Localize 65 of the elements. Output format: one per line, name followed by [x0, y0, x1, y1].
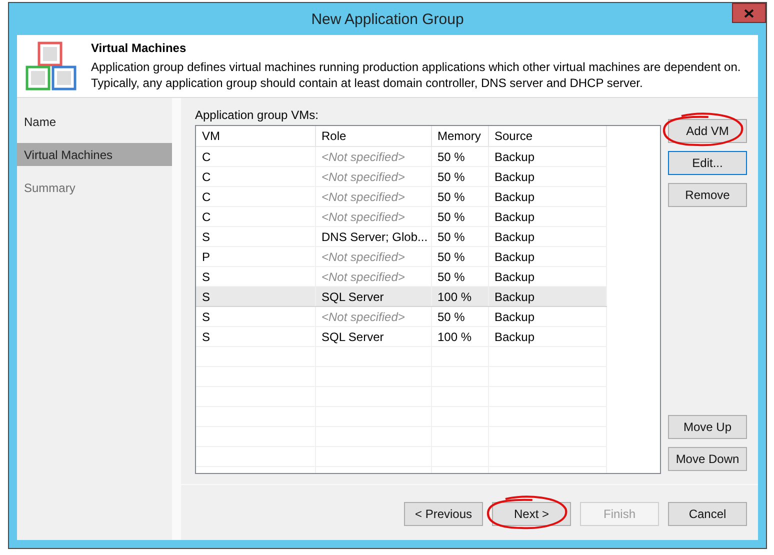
- step-item[interactable]: Virtual Machines: [17, 143, 172, 166]
- table-cell: C: [196, 206, 315, 226]
- close-icon: [744, 8, 754, 18]
- table-cell: Backup: [488, 166, 606, 186]
- table-cell: Backup: [488, 326, 606, 346]
- step-description: Application group defines virtual machines running production applications which other virtual machines are dependent on. Typically, any application group should contain at least domain controller, DNS server and DHCP server.: [91, 59, 742, 91]
- table-row[interactable]: C <Not specified> 50 % Backup: [196, 166, 606, 186]
- table-cell: Backup: [488, 306, 606, 326]
- action-button[interactable]: Next >: [492, 502, 571, 526]
- table-cell: <Not specified>: [315, 246, 431, 266]
- table-row[interactable]: C <Not specified> 50 % Backup: [196, 146, 606, 166]
- table-row[interactable]: C <Not specified> 50 % Backup: [196, 206, 606, 226]
- table-row[interactable]: S <Not specified> 50 % Backup: [196, 306, 606, 326]
- step-title: Virtual Machines: [91, 41, 188, 55]
- close-button[interactable]: [732, 3, 766, 23]
- table-cell: Backup: [488, 146, 606, 166]
- action-button[interactable]: Add VM: [668, 119, 747, 143]
- table-cell: Backup: [488, 246, 606, 266]
- table-row[interactable]: S SQL Server 100 % Backup: [196, 286, 606, 306]
- table-cell: Backup: [488, 206, 606, 226]
- table-cell: Backup: [488, 286, 606, 306]
- table-cell: 50 %: [431, 206, 488, 226]
- table-cell: C: [196, 166, 315, 186]
- action-button[interactable]: Move Down: [668, 447, 747, 471]
- table-cell: SQL Server: [315, 326, 431, 346]
- action-button[interactable]: Remove: [668, 183, 747, 207]
- table-cell: 100 %: [431, 326, 488, 346]
- table-cell: S: [196, 226, 315, 246]
- table-cell: S: [196, 286, 315, 306]
- table-cell: <Not specified>: [315, 186, 431, 206]
- action-button[interactable]: Move Up: [668, 415, 747, 439]
- action-button[interactable]: Cancel: [668, 502, 747, 526]
- table-cell: C: [196, 146, 315, 166]
- table-cell: S: [196, 326, 315, 346]
- table-cell: P: [196, 246, 315, 266]
- table-cell: 50 %: [431, 146, 488, 166]
- action-button[interactable]: Edit...: [668, 151, 747, 175]
- table-cell: Backup: [488, 186, 606, 206]
- column-header[interactable]: Source: [488, 126, 606, 146]
- table-cell: Backup: [488, 226, 606, 246]
- table-cell: 50 %: [431, 246, 488, 266]
- column-header[interactable]: Role: [315, 126, 431, 146]
- table-cell: 50 %: [431, 186, 488, 206]
- table-label: Application group VMs:: [195, 108, 320, 122]
- table-cell: <Not specified>: [315, 206, 431, 226]
- table-cell: S: [196, 306, 315, 326]
- table-cell: SQL Server: [315, 286, 431, 306]
- table-row[interactable]: S DNS Server; Glob... 50 % Backup: [196, 226, 606, 246]
- table-cell: <Not specified>: [315, 166, 431, 186]
- table-row[interactable]: S SQL Server 100 % Backup: [196, 326, 606, 346]
- column-header[interactable]: Memory: [431, 126, 488, 146]
- window-title: New Application Group: [311, 10, 464, 28]
- table-cell: <Not specified>: [315, 146, 431, 166]
- table-cell: <Not specified>: [315, 306, 431, 326]
- table-row[interactable]: P <Not specified> 50 % Backup: [196, 246, 606, 266]
- table-cell: 100 %: [431, 286, 488, 306]
- column-header[interactable]: VM: [196, 126, 315, 146]
- step-item[interactable]: Name: [17, 110, 172, 133]
- table-row[interactable]: C <Not specified> 50 % Backup: [196, 186, 606, 206]
- table-cell: C: [196, 186, 315, 206]
- table-cell: 50 %: [431, 166, 488, 186]
- action-button[interactable]: < Previous: [404, 502, 483, 526]
- table-cell: DNS Server; Glob...: [315, 226, 431, 246]
- table-cell: 50 %: [431, 226, 488, 246]
- table-cell: 50 %: [431, 306, 488, 326]
